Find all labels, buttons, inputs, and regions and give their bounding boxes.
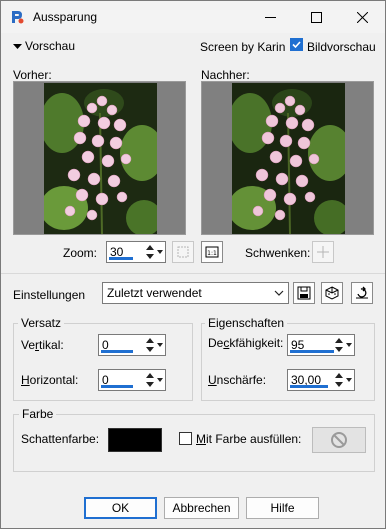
window-title: Aussparung (33, 10, 98, 24)
vertical-label: Vertikal: (21, 338, 64, 352)
fill-color-label: Mit Farbe ausfüllen: (196, 432, 302, 446)
dice-icon (325, 286, 339, 300)
spin-arrows-icon[interactable] (145, 336, 155, 354)
spin-arrows-icon[interactable] (334, 336, 344, 354)
zoom-actual-icon: 1:1 (205, 246, 219, 258)
before-label: Vorher: (13, 68, 52, 82)
help-button[interactable]: Hilfe (246, 497, 319, 519)
zoom-spinbox[interactable]: 30 (106, 241, 166, 263)
dropdown-arrow-icon[interactable] (156, 336, 164, 354)
caret-down-icon (13, 43, 22, 49)
preset-value: Zuletzt verwendet (107, 286, 202, 300)
opacity-spinbox[interactable]: 95 (287, 334, 355, 356)
shadow-color-label: Schattenfarbe: (21, 432, 100, 446)
dropdown-arrow-icon[interactable] (345, 371, 353, 389)
after-flower-image (232, 83, 345, 234)
after-label: Nachher: (201, 68, 250, 82)
checkmark-icon (292, 41, 301, 49)
minimize-button[interactable] (247, 1, 293, 33)
minimize-icon (264, 16, 276, 18)
farbe-title: Farbe (19, 407, 57, 421)
fill-color-swatch[interactable] (312, 427, 366, 453)
opacity-label: Deckfähigkeit: (208, 336, 284, 350)
settings-label: Einstellungen (13, 288, 86, 302)
spin-arrows-icon[interactable] (145, 371, 155, 389)
after-preview[interactable] (201, 81, 374, 235)
paintshop-app-icon (12, 11, 24, 24)
dialog-window: Aussparung Vorschau Screen by Karin Bild… (0, 0, 386, 529)
zoom-fit-icon (177, 246, 189, 258)
svg-text:1:1: 1:1 (207, 250, 217, 257)
horizontal-underline (101, 385, 133, 388)
horizontal-spinbox[interactable]: 0 (98, 369, 166, 391)
no-color-icon (331, 432, 347, 448)
spin-arrows-icon[interactable] (334, 371, 344, 389)
zoom-actual-size-button[interactable]: 1:1 (201, 241, 223, 263)
shadow-color-swatch[interactable] (108, 428, 162, 452)
blur-underline (290, 385, 328, 388)
versatz-title: Versatz (18, 316, 65, 330)
ok-button[interactable]: OK (84, 497, 157, 519)
horizontal-label: Horizontal: (21, 373, 79, 387)
maximize-icon (310, 11, 322, 23)
move-cross-icon (317, 246, 329, 258)
dropdown-arrow-icon[interactable] (156, 371, 164, 389)
zoom-underline (109, 257, 133, 260)
random-button[interactable] (321, 282, 343, 304)
bildvorschau-label: Bildvorschau (307, 40, 376, 54)
close-button[interactable] (339, 1, 385, 33)
fill-color-checkbox[interactable] (179, 432, 192, 445)
before-flower-image (44, 83, 157, 234)
preset-dropdown[interactable]: Zuletzt verwendet (102, 282, 289, 304)
spin-arrows-icon[interactable] (145, 243, 155, 261)
title-bar[interactable]: Aussparung (1, 1, 385, 33)
eigenschaften-title: Eigenschaften (205, 316, 288, 330)
cancel-button[interactable]: Abbrechen (164, 497, 239, 519)
credit-text: Screen by Karin (200, 40, 286, 54)
opacity-underline (290, 350, 334, 353)
chevron-down-icon (274, 290, 284, 296)
bildvorschau-checkbox[interactable] (290, 38, 303, 51)
blur-label: Unschärfe: (208, 373, 267, 387)
save-preset-button[interactable] (293, 282, 315, 304)
reset-arrow-icon (356, 286, 368, 299)
vertical-underline (101, 350, 133, 353)
zoom-fit-button[interactable] (172, 241, 194, 263)
divider (1, 273, 385, 274)
dropdown-arrow-icon[interactable] (156, 243, 164, 261)
dropdown-arrow-icon[interactable] (345, 336, 353, 354)
blur-spinbox[interactable]: 30,00 (287, 369, 355, 391)
zoom-label: Zoom: (63, 246, 98, 260)
maximize-button[interactable] (293, 1, 339, 33)
pan-label: Schwenken: (245, 246, 311, 260)
before-preview[interactable] (13, 81, 186, 235)
preview-toggle-label: Vorschau (25, 39, 76, 53)
pan-button[interactable] (312, 241, 334, 263)
save-disk-icon (297, 286, 311, 300)
vertical-spinbox[interactable]: 0 (98, 334, 166, 356)
preview-toggle[interactable]: Vorschau (13, 39, 75, 53)
close-icon (356, 11, 368, 23)
reset-button[interactable] (351, 282, 373, 304)
